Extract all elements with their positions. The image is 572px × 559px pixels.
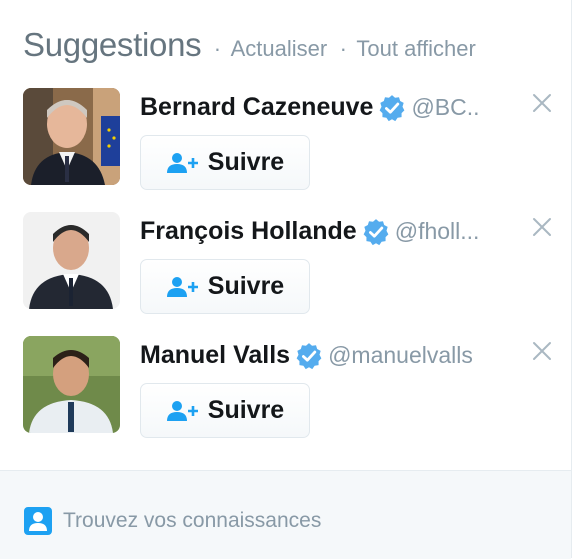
close-icon[interactable]: [531, 92, 553, 114]
header-separator: ·: [213, 36, 222, 61]
find-friends-label: Trouvez vos connaissances: [63, 509, 322, 532]
suggestion-item: François Hollande @fholl... Suivre: [23, 212, 553, 322]
avatar[interactable]: [23, 88, 120, 185]
view-all-link[interactable]: Tout afficher: [356, 36, 475, 61]
contacts-icon: [24, 507, 52, 535]
close-icon[interactable]: [531, 216, 553, 238]
account-name[interactable]: François Hollande: [140, 217, 357, 246]
follow-button-label: Suivre: [207, 272, 285, 300]
add-user-icon: [166, 276, 198, 297]
account-handle[interactable]: @manuelvalls: [328, 342, 473, 369]
module-title: Suggestions: [23, 26, 202, 63]
suggestion-item: Manuel Valls @manuelvalls Suivre: [23, 336, 553, 446]
add-user-icon: [166, 400, 198, 421]
account-name-line: François Hollande @fholl...: [140, 217, 479, 246]
account-name-line: Bernard Cazeneuve @BC..: [140, 93, 480, 122]
module-footer: Trouvez vos connaissances: [0, 470, 571, 559]
close-icon[interactable]: [531, 340, 553, 362]
account-handle[interactable]: @BC..: [411, 94, 479, 121]
module-header: Suggestions · Actualiser · Tout afficher: [23, 26, 476, 64]
who-to-follow-module: Suggestions · Actualiser · Tout afficher…: [0, 0, 572, 559]
account-name[interactable]: Manuel Valls: [140, 341, 290, 370]
account-handle[interactable]: @fholl...: [395, 218, 480, 245]
avatar[interactable]: [23, 336, 120, 433]
find-friends-link[interactable]: Trouvez vos connaissances: [23, 506, 321, 536]
follow-button-label: Suivre: [207, 396, 285, 424]
verified-badge-icon: [363, 218, 389, 245]
verified-badge-icon: [296, 342, 322, 369]
add-user-icon: [166, 152, 198, 173]
verified-badge-icon: [380, 94, 405, 121]
account-name-line: Manuel Valls @manuelvalls: [140, 341, 473, 370]
header-separator: ·: [339, 36, 347, 61]
follow-button[interactable]: Suivre: [140, 383, 310, 438]
follow-button[interactable]: Suivre: [140, 135, 310, 190]
follow-button-label: Suivre: [207, 148, 285, 176]
avatar[interactable]: [23, 212, 120, 309]
refresh-link[interactable]: Actualiser: [231, 36, 328, 61]
account-name[interactable]: Bernard Cazeneuve: [140, 93, 373, 122]
suggestion-item: Bernard Cazeneuve @BC.. Suivre: [23, 88, 553, 198]
follow-button[interactable]: Suivre: [140, 259, 310, 314]
